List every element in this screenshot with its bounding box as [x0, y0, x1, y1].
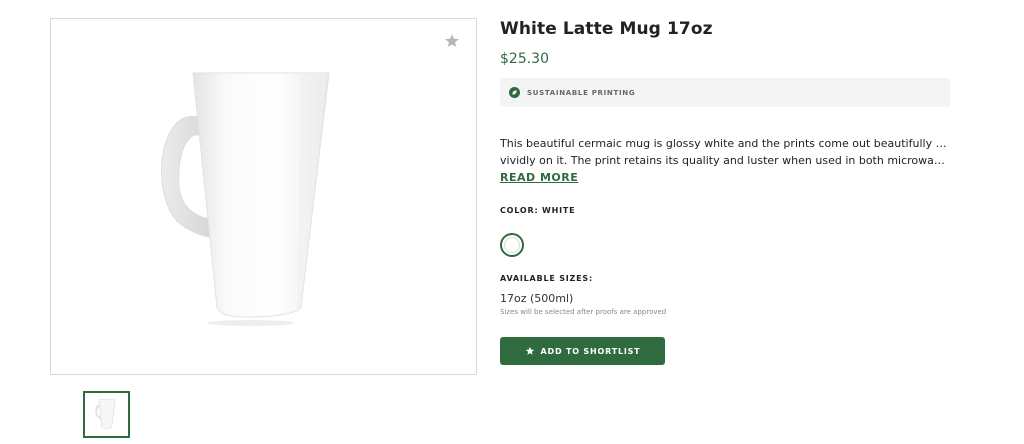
size-value: 17oz (500ml)	[500, 292, 574, 305]
product-price: $25.30	[500, 51, 549, 67]
color-label: COLOR: WHITE	[500, 206, 576, 215]
color-swatch-white[interactable]	[500, 233, 524, 257]
badge-label: SUSTAINABLE PRINTING	[527, 88, 636, 97]
mug-thumbnail-image	[94, 398, 115, 429]
description-line: This beautiful cermaic mug is glossy whi…	[500, 137, 950, 150]
product-title: White Latte Mug 17oz	[500, 19, 713, 39]
product-description: This beautiful cermaic mug is glossy whi…	[500, 135, 950, 169]
swatch-fill	[504, 237, 520, 253]
add-to-shortlist-button[interactable]: ADD TO SHORTLIST	[500, 337, 665, 365]
leaf-icon	[509, 87, 520, 98]
product-image	[151, 69, 371, 339]
star-icon	[525, 346, 534, 355]
star-icon	[445, 34, 459, 47]
sustainable-printing-badge: SUSTAINABLE PRINTING	[500, 78, 950, 107]
thumbnail-1[interactable]	[83, 391, 130, 438]
read-more-link[interactable]: READ MORE	[500, 171, 578, 184]
favorite-button[interactable]	[442, 31, 462, 51]
size-note: Sizes will be selected after proofs are …	[500, 308, 667, 316]
description-line: vividly on it. The print retains its qua…	[500, 154, 950, 167]
shortlist-button-label: ADD TO SHORTLIST	[540, 346, 641, 356]
product-image-gallery	[50, 18, 477, 375]
available-sizes-label: AVAILABLE SIZES:	[500, 274, 593, 283]
